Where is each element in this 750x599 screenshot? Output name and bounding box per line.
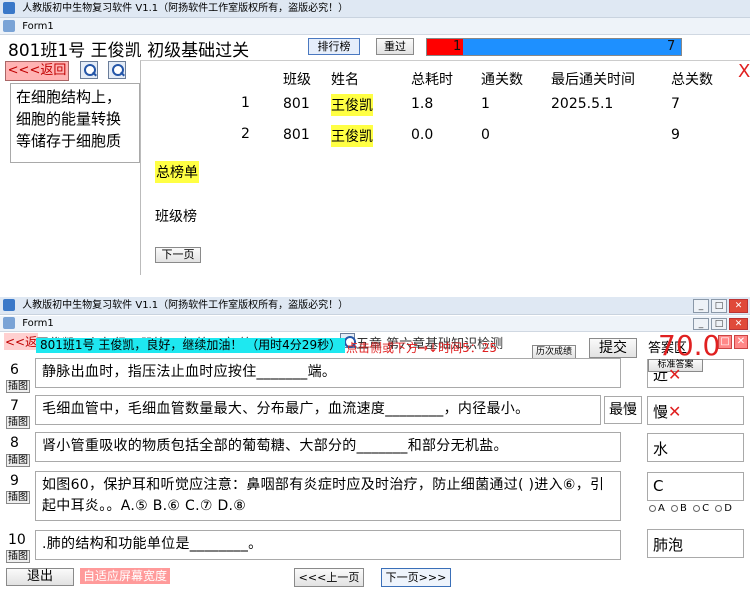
rank-row-1-last-time: 2025.5.1 xyxy=(551,96,614,112)
question-10-number: 10 xyxy=(8,532,26,548)
choice-d-label: D xyxy=(724,503,732,514)
question-9-insert-image-button[interactable]: 插图 xyxy=(6,491,30,504)
rank-row-2-passed: 0 xyxy=(481,127,490,143)
student-header: 801班1号 王俊凯 初级基础过关 xyxy=(8,41,250,61)
form-close-icon[interactable]: ✕ xyxy=(729,318,748,330)
app-icon-2 xyxy=(3,299,15,311)
submit-button[interactable]: 提交 xyxy=(589,338,637,358)
bottom-back-button[interactable]: <<返 xyxy=(4,333,39,350)
prev-page-button[interactable]: <<<上一页 xyxy=(294,568,364,587)
maximize-icon[interactable]: □ xyxy=(711,299,727,313)
progress-left-value: 1 xyxy=(453,39,462,54)
choice-b-label: B xyxy=(680,503,687,514)
total-list-tab[interactable]: 总榜单 xyxy=(155,161,199,183)
question-9-number: 9 xyxy=(10,473,19,489)
rank-row-2-no: 2 xyxy=(241,126,250,142)
question-7-insert-image-button[interactable]: 插图 xyxy=(6,416,30,429)
question-6-text: 静脉出血时，指压法止血时应按住_______端。 xyxy=(35,358,621,388)
bottom-form-bar: Form1 xyxy=(0,316,750,332)
app-icon xyxy=(3,2,15,14)
score-close-icon[interactable]: ✕ xyxy=(734,335,748,349)
rank-header-passed: 通关数 xyxy=(481,72,523,88)
rank-row-1-class: 801 xyxy=(283,96,310,112)
radio-c-icon[interactable] xyxy=(693,504,701,512)
rank-row-1-passed: 1 xyxy=(481,96,490,112)
rank-header-name: 姓名 xyxy=(331,72,359,88)
radio-d-icon[interactable] xyxy=(715,504,723,512)
question-8-insert-image-button[interactable]: 插图 xyxy=(6,454,30,467)
bottom-form-label: Form1 xyxy=(22,318,54,329)
back-button[interactable]: <<<返回 xyxy=(5,61,69,81)
question-6-insert-image-button[interactable]: 插图 xyxy=(6,380,30,393)
question-6-number: 6 xyxy=(10,362,19,378)
radio-b-icon[interactable] xyxy=(671,504,679,512)
question-7-answer-input[interactable]: 慢 xyxy=(647,396,744,425)
fit-screen-width-button[interactable]: 自适应屏幕宽度 xyxy=(80,568,171,584)
score-minus-icon[interactable]: □ xyxy=(718,335,732,349)
result-banner: 801班1号 王俊凯，良好，继续加油！ （用时4分29秒） xyxy=(36,338,346,353)
exit-button[interactable]: 退出 xyxy=(6,568,74,586)
question-9-answer-input[interactable]: C xyxy=(647,472,744,501)
history-scores-button[interactable]: 历次成绩 xyxy=(532,345,576,359)
question-7-wrong-icon: ✕ xyxy=(668,402,682,421)
question-7-correct-answer: 最慢 xyxy=(604,396,642,424)
level-progress-bar: 1 7 xyxy=(426,38,682,56)
question-10-text: .肺的结构和功能单位是________。 xyxy=(35,530,621,560)
bottom-app-title: 人教版初中生物复习软件 V1.1（阿扬软件工作室版权所有，盗版必究！） xyxy=(22,300,349,311)
next-page-button[interactable]: 下一页>>> xyxy=(381,568,451,587)
rank-header-last-time: 最后通关时间 xyxy=(551,72,635,88)
top-form-bar: Form1 xyxy=(0,18,750,35)
rank-row-2-total: 9 xyxy=(671,127,680,143)
progress-right-value: 7 xyxy=(667,39,676,54)
choice-c-label: C xyxy=(702,503,710,514)
rank-row-1-no: 1 xyxy=(241,95,250,111)
question-9-choice-radios: A B C D xyxy=(646,503,732,514)
question-text-box: 在细胞结构上，细胞的能量转换等储存于细胞质 xyxy=(10,83,140,163)
rank-row-2-name: 王俊凯 xyxy=(331,125,373,147)
timer-text: 点击侧或下方→↓时间5：25 xyxy=(346,341,498,355)
question-10-answer-input[interactable]: 肺泡 xyxy=(647,529,744,558)
ranking-next-page-button[interactable]: 下一页 xyxy=(155,247,201,263)
rank-row-1-name: 王俊凯 xyxy=(331,94,373,116)
close-ranking-icon[interactable]: X xyxy=(738,61,750,82)
question-10-insert-image-button[interactable]: 插图 xyxy=(6,550,30,563)
question-9-text: 如图60，保护耳和听觉应注意：鼻咽部有炎症时应及时治疗，防止细菌通过( )进入⑥… xyxy=(35,471,621,521)
bottom-title-bar: 人教版初中生物复习软件 V1.1（阿扬软件工作室版权所有，盗版必究！） xyxy=(0,297,750,315)
rank-header-class: 班级 xyxy=(283,72,311,88)
zoom-in-icon[interactable] xyxy=(80,61,98,79)
zoom-out-icon[interactable] xyxy=(108,61,126,79)
form-icon-2 xyxy=(3,317,15,329)
form-icon xyxy=(3,20,15,32)
rank-button[interactable]: 排行榜 xyxy=(308,38,360,55)
question-text: 在细胞结构上，细胞的能量转换等储存于细胞质 xyxy=(16,88,122,150)
question-6-wrong-icon: ✕ xyxy=(668,365,682,384)
choice-a-label: A xyxy=(658,503,665,514)
question-8-number: 8 xyxy=(10,435,19,451)
score-display: 70.0 xyxy=(658,329,721,362)
redo-button[interactable]: 重过 xyxy=(376,38,414,55)
ranking-panel: X 班级 姓名 总耗时 通关数 最后通关时间 总关数 1 801 王俊凯 1.8… xyxy=(140,60,750,275)
minimize-icon[interactable]: _ xyxy=(693,299,709,313)
close-window-icon[interactable]: ✕ xyxy=(729,299,748,313)
rank-row-1-total: 7 xyxy=(671,96,680,112)
rank-header-time: 总耗时 xyxy=(411,72,453,88)
top-app-title: 人教版初中生物复习软件 V1.1（阿扬软件工作室版权所有，盗版必究！） xyxy=(22,3,349,14)
rank-header-total: 总关数 xyxy=(671,72,713,88)
radio-a-icon[interactable] xyxy=(649,504,656,512)
rank-row-2-time: 0.0 xyxy=(411,127,434,143)
question-7-number: 7 xyxy=(10,398,19,414)
question-8-text: 肾小管重吸收的物质包括全部的葡萄糖、大部分的_______和部分无机盐。 xyxy=(35,432,621,462)
top-title-bar: 人教版初中生物复习软件 V1.1（阿扬软件工作室版权所有，盗版必究！） xyxy=(0,0,750,18)
question-8-answer-input[interactable]: 水 xyxy=(647,433,744,462)
class-list-tab[interactable]: 班级榜 xyxy=(155,206,197,226)
rank-row-2-class: 801 xyxy=(283,127,310,143)
question-7-text: 毛细血管中，毛细血管数量最大、分布最广，血流速度________，内径最小。 xyxy=(35,395,601,425)
top-form-label: Form1 xyxy=(22,21,54,32)
rank-row-1-time: 1.8 xyxy=(411,96,434,112)
